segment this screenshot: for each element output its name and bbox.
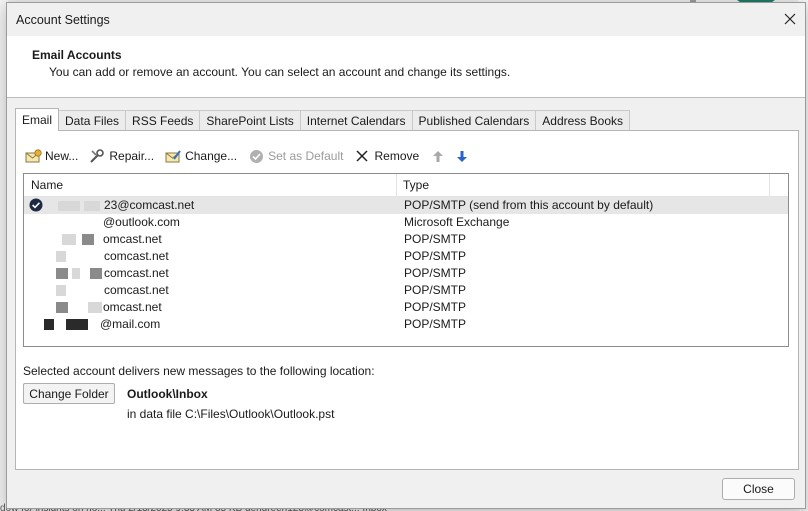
account-type-cell: POP/SMTP [404, 249, 467, 263]
account-type-cell: POP/SMTP [404, 283, 467, 297]
tab-sharepoint-lists[interactable]: SharePoint Lists [199, 110, 301, 131]
redacted-block [72, 268, 80, 279]
header-title: Email Accounts [32, 48, 122, 62]
column-header-type[interactable]: Type [397, 174, 770, 196]
account-name-cell: @mail.com [24, 316, 397, 333]
tab-rss-feeds[interactable]: RSS Feeds [125, 110, 201, 131]
tab-published-calendars[interactable]: Published Calendars [411, 110, 537, 131]
account-name-cell: comcast.net [24, 248, 397, 265]
account-name-cell: @outlook.com [24, 214, 397, 231]
redacted-block [90, 268, 102, 279]
default-account-check-icon [29, 198, 43, 212]
tab-internet-calendars[interactable]: Internet Calendars [299, 110, 413, 131]
list-header: Name Type [24, 174, 788, 197]
account-row[interactable]: comcast.net POP/SMTP [24, 282, 788, 299]
account-row[interactable]: omcast.net POP/SMTP [24, 299, 788, 316]
tab-data-files[interactable]: Data Files [58, 110, 127, 131]
tab-strip: Email Data Files RSS Feeds SharePoint Li… [15, 108, 630, 131]
repair-button-label: Repair... [109, 149, 155, 163]
dialog-header: Email Accounts You can add or remove an … [7, 36, 805, 98]
account-email: 23@comcast.net [104, 198, 195, 212]
delivery-folder: Outlook\Inbox [127, 387, 208, 401]
account-row[interactable]: comcast.net POP/SMTP [24, 265, 788, 282]
account-row[interactable]: omcast.net POP/SMTP [24, 231, 788, 248]
account-type-cell: POP/SMTP [404, 317, 467, 331]
account-email: omcast.net [103, 300, 162, 314]
wrench-icon [88, 147, 106, 165]
title-bar: Account Settings [7, 3, 805, 35]
remove-x-icon [353, 147, 371, 165]
account-email: comcast.net [104, 249, 169, 263]
close-icon[interactable] [779, 8, 801, 30]
dialog-title: Account Settings [16, 13, 110, 27]
account-email: comcast.net [104, 283, 169, 297]
redacted-block [62, 234, 76, 245]
delivery-description: Selected account delivers new messages t… [23, 364, 375, 378]
change-button-label: Change... [185, 149, 238, 163]
account-settings-dialog: Account Settings Email Accounts You can … [6, 2, 806, 509]
column-header-name[interactable]: Name [24, 174, 397, 196]
change-folder-button[interactable]: Change Folder [23, 383, 115, 404]
set-as-default-button[interactable]: Set as Default [247, 145, 343, 167]
account-type-cell: POP/SMTP (send from this account by defa… [404, 198, 654, 212]
account-email: @mail.com [100, 317, 161, 331]
account-list: Name Type 23@comcast.net POP/SMTP (send … [23, 173, 789, 347]
redacted-block [56, 302, 68, 313]
account-name-cell: comcast.net [24, 282, 397, 299]
account-email: omcast.net [103, 232, 162, 246]
account-row[interactable]: @mail.com POP/SMTP [24, 316, 788, 333]
account-type-cell: POP/SMTP [404, 300, 467, 314]
redacted-block [66, 319, 88, 330]
redacted-block [44, 319, 54, 330]
repair-button[interactable]: Repair... [88, 145, 154, 167]
account-email: comcast.net [104, 266, 169, 280]
account-email: @outlook.com [103, 215, 180, 229]
account-row[interactable]: @outlook.com Microsoft Exchange [24, 214, 788, 231]
remove-button-label: Remove [374, 149, 420, 163]
header-subtitle: You can add or remove an account. You ca… [49, 65, 511, 79]
redacted-block [84, 201, 100, 211]
set-as-default-label: Set as Default [268, 149, 344, 163]
delivery-data-file: in data file C:\Files\Outlook\Outlook.ps… [127, 407, 335, 421]
change-account-icon [164, 147, 182, 165]
email-tab-panel: New... Repair... Change... Set as Defaul… [15, 130, 799, 470]
new-account-icon [24, 147, 42, 165]
arrow-up-icon[interactable] [429, 147, 447, 165]
redacted-block [56, 251, 66, 262]
redacted-block [56, 268, 68, 279]
arrow-down-icon[interactable] [453, 147, 471, 165]
account-type-cell: Microsoft Exchange [404, 215, 510, 229]
redacted-block [56, 285, 66, 296]
account-name-cell: 23@comcast.net [24, 197, 397, 214]
check-circle-icon [247, 147, 265, 165]
close-button[interactable]: Close [722, 478, 795, 500]
account-row[interactable]: comcast.net POP/SMTP [24, 248, 788, 265]
remove-button[interactable]: Remove [353, 145, 419, 167]
account-row[interactable]: 23@comcast.net POP/SMTP (send from this … [24, 197, 788, 214]
account-name-cell: omcast.net [24, 299, 397, 316]
new-button-label: New... [45, 149, 79, 163]
redacted-block [82, 234, 94, 245]
account-type-cell: POP/SMTP [404, 232, 467, 246]
account-type-cell: POP/SMTP [404, 266, 467, 280]
redacted-block [88, 302, 102, 313]
change-button[interactable]: Change... [164, 145, 237, 167]
account-name-cell: comcast.net [24, 265, 397, 282]
account-name-cell: omcast.net [24, 231, 397, 248]
tab-email[interactable]: Email [15, 108, 60, 131]
new-button[interactable]: New... [24, 145, 78, 167]
tab-address-books[interactable]: Address Books [535, 110, 630, 131]
redacted-block [58, 201, 80, 211]
account-toolbar: New... Repair... Change... Set as Defaul… [24, 145, 477, 167]
